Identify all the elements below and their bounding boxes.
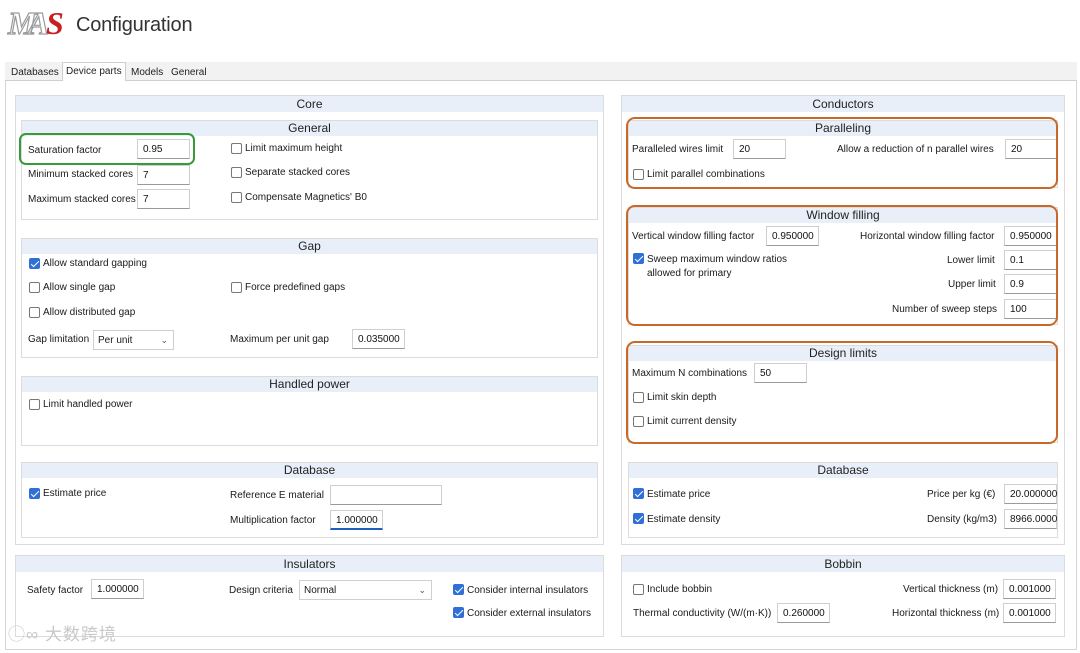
thermal-conductivity-input[interactable]: 0.260000 bbox=[777, 603, 830, 623]
compensate-b0-label: Compensate Magnetics' B0 bbox=[245, 192, 367, 203]
core-estimate-price-checkbox[interactable] bbox=[29, 488, 40, 499]
estimate-density-label: Estimate density bbox=[647, 514, 721, 525]
design-criteria-select[interactable]: Normal ⌄ bbox=[299, 580, 432, 600]
include-bobbin-label: Include bobbin bbox=[647, 584, 713, 595]
price-per-kg-label: Price per kg (€) bbox=[927, 489, 996, 500]
safety-factor-label: Safety factor bbox=[27, 585, 84, 596]
app-logo: M A S bbox=[6, 4, 64, 41]
saturation-highlight bbox=[19, 133, 195, 165]
horizontal-thickness-input[interactable]: 0.001000 bbox=[1003, 603, 1056, 623]
max-per-unit-gap-label: Maximum per unit gap bbox=[230, 334, 329, 345]
multiplication-factor-label: Multiplication factor bbox=[230, 515, 316, 526]
consider-internal-checkbox[interactable] bbox=[453, 584, 464, 595]
safety-factor-input[interactable]: 1.000000 bbox=[91, 579, 144, 599]
allow-standard-gapping-checkbox[interactable] bbox=[29, 258, 40, 269]
watermark: ◯∞ 大数跨境 bbox=[8, 620, 117, 645]
core-database-header: Database bbox=[22, 463, 597, 478]
design-limits-highlight bbox=[626, 341, 1058, 444]
bobbin-header: Bobbin bbox=[622, 556, 1064, 572]
limit-max-height-label: Limit maximum height bbox=[245, 143, 343, 154]
paralleling-highlight bbox=[626, 117, 1058, 189]
vertical-thickness-label: Vertical thickness (m) bbox=[903, 584, 999, 595]
thermal-conductivity-label: Thermal conductivity (W/(m·K)) bbox=[633, 608, 772, 619]
handled-power-group: Handled power Limit handled power bbox=[21, 376, 598, 446]
watermark-logo-icon: ◯∞ bbox=[8, 625, 45, 644]
design-criteria-label: Design criteria bbox=[229, 585, 293, 596]
compensate-b0-checkbox[interactable] bbox=[231, 192, 242, 203]
conductor-estimate-price-checkbox[interactable] bbox=[633, 488, 644, 499]
conductors-header: Conductors bbox=[622, 96, 1064, 112]
consider-internal-label: Consider internal insulators bbox=[467, 585, 589, 596]
configuration-window: M A S Configuration Databases Device par… bbox=[0, 0, 1080, 653]
conductors-database-group: Database Estimate price Estimate density… bbox=[628, 462, 1058, 538]
core-database-group: Database Estimate price Reference E mate… bbox=[21, 462, 598, 538]
include-bobbin-checkbox[interactable] bbox=[633, 584, 644, 595]
max-per-unit-gap-input[interactable]: 0.035000 bbox=[352, 329, 405, 349]
window-filling-highlight bbox=[626, 205, 1058, 326]
tab-models[interactable]: Models bbox=[128, 64, 166, 81]
min-stacked-input[interactable]: 7 bbox=[137, 165, 190, 185]
watermark-text: 大数跨境 bbox=[44, 625, 117, 644]
limit-handled-power-label: Limit handled power bbox=[43, 399, 133, 410]
allow-single-gap-checkbox[interactable] bbox=[29, 282, 40, 293]
reference-material-input[interactable] bbox=[330, 485, 442, 505]
page-title: Configuration bbox=[76, 14, 193, 36]
allow-distributed-gap-label: Allow distributed gap bbox=[43, 307, 136, 318]
core-header: Core bbox=[16, 96, 603, 112]
density-label: Density (kg/m3) bbox=[927, 514, 998, 525]
design-criteria-value: Normal bbox=[304, 585, 337, 596]
handled-power-header: Handled power bbox=[22, 377, 597, 392]
force-predefined-gaps-label: Force predefined gaps bbox=[245, 282, 346, 293]
limit-max-height-checkbox[interactable] bbox=[231, 143, 242, 154]
bobbin-section: Bobbin Include bobbin Thermal conductivi… bbox=[621, 555, 1065, 637]
max-stacked-input[interactable]: 7 bbox=[137, 189, 190, 209]
reference-material-label: Reference E material bbox=[230, 490, 324, 501]
core-estimate-price-label: Estimate price bbox=[43, 488, 107, 499]
price-per-kg-input[interactable]: 20.000000 bbox=[1004, 484, 1057, 504]
gap-header: Gap bbox=[22, 239, 597, 254]
limit-handled-power-checkbox[interactable] bbox=[29, 399, 40, 410]
force-predefined-gaps-checkbox[interactable] bbox=[231, 282, 242, 293]
max-stacked-label: Maximum stacked cores bbox=[28, 194, 136, 205]
tab-databases[interactable]: Databases bbox=[8, 64, 62, 81]
tab-general[interactable]: General bbox=[168, 64, 210, 81]
gap-group: Gap Allow standard gapping Allow single … bbox=[21, 238, 598, 358]
gap-limitation-label: Gap limitation bbox=[28, 334, 90, 345]
gap-limitation-value: Per unit bbox=[98, 335, 133, 346]
chevron-down-icon: ⌄ bbox=[160, 335, 168, 345]
allow-standard-gapping-label: Allow standard gapping bbox=[43, 258, 147, 269]
separate-stacked-label: Separate stacked cores bbox=[245, 167, 351, 178]
multiplication-factor-input[interactable]: 1.000000 bbox=[330, 510, 383, 530]
vertical-thickness-input[interactable]: 0.001000 bbox=[1003, 579, 1056, 599]
tab-bar: Databases Device parts Models General bbox=[5, 62, 1077, 82]
allow-distributed-gap-checkbox[interactable] bbox=[29, 307, 40, 318]
svg-text:S: S bbox=[46, 5, 64, 41]
tab-device-parts[interactable]: Device parts bbox=[62, 62, 126, 82]
consider-external-checkbox[interactable] bbox=[453, 607, 464, 618]
insulators-header: Insulators bbox=[16, 556, 603, 572]
min-stacked-label: Minimum stacked cores bbox=[28, 169, 134, 180]
conductor-estimate-price-label: Estimate price bbox=[647, 489, 711, 500]
estimate-density-checkbox[interactable] bbox=[633, 513, 644, 524]
chevron-down-icon: ⌄ bbox=[418, 585, 426, 595]
separate-stacked-checkbox[interactable] bbox=[231, 167, 242, 178]
horizontal-thickness-label: Horizontal thickness (m) bbox=[892, 608, 1000, 619]
allow-single-gap-label: Allow single gap bbox=[43, 282, 116, 293]
density-input[interactable]: 8966.0000 bbox=[1004, 509, 1057, 529]
conductors-database-header: Database bbox=[629, 463, 1057, 478]
gap-limitation-select[interactable]: Per unit ⌄ bbox=[93, 330, 174, 350]
consider-external-label: Consider external insulators bbox=[467, 608, 591, 619]
